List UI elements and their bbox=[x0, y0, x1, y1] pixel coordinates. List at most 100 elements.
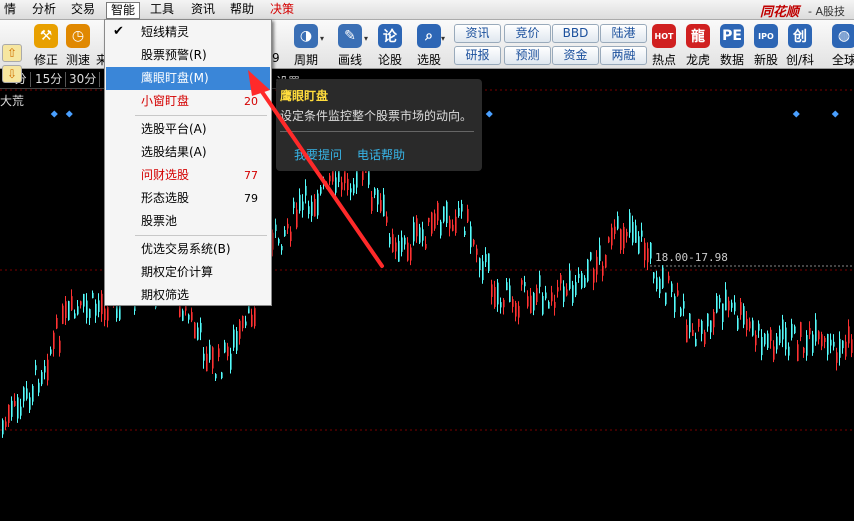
candle-body bbox=[335, 177, 337, 193]
dropdown-item-7[interactable]: 问财选股 77 bbox=[106, 164, 270, 187]
chuangke-button[interactable]: 创创/科 bbox=[784, 24, 816, 68]
chevron-down-icon[interactable]: ▾ bbox=[320, 34, 328, 43]
forecast-button[interactable]: 预测 bbox=[504, 46, 551, 65]
candle-body bbox=[626, 231, 628, 237]
candle-body bbox=[794, 326, 796, 334]
candle-body bbox=[239, 320, 241, 339]
dropdown-item-8[interactable]: 形态选股 79 bbox=[106, 187, 270, 210]
chevron-down-icon[interactable]: ▾ bbox=[364, 34, 372, 43]
dropdown-item-9[interactable]: 股票池 bbox=[106, 210, 270, 233]
candle-body bbox=[245, 321, 247, 326]
period-tab-1[interactable]: 15分 bbox=[32, 72, 67, 87]
menu-separator bbox=[135, 115, 267, 116]
funds-button[interactable]: 资金 bbox=[552, 46, 599, 65]
candle-body bbox=[296, 209, 298, 228]
candle-body bbox=[374, 188, 376, 195]
all-button[interactable]: ◍ 全球 bbox=[828, 24, 854, 68]
chuang-icon: 创 bbox=[788, 24, 812, 48]
menu-6[interactable]: 帮助 bbox=[226, 2, 258, 19]
stock-pick-button[interactable]: ⌕ 选股 bbox=[413, 24, 445, 68]
candle-body bbox=[107, 306, 109, 321]
pe-icon: PE bbox=[720, 24, 744, 48]
menu-4[interactable]: 工具 bbox=[146, 2, 178, 19]
dropdown-item-6[interactable]: 选股结果(A) bbox=[106, 141, 270, 164]
candle-body bbox=[353, 184, 355, 194]
item-count-badge: 20 bbox=[244, 95, 258, 108]
candle-body bbox=[5, 421, 7, 427]
candle-body bbox=[839, 338, 841, 358]
dropdown-item-1[interactable]: 股票预警(R) bbox=[106, 44, 270, 67]
nav-up-button[interactable]: ⇧ bbox=[2, 44, 22, 62]
dropdown-item-3[interactable]: 小窗盯盘 20 bbox=[106, 90, 270, 113]
stock-forum-button[interactable]: 论论股 bbox=[374, 24, 406, 68]
signal-marker bbox=[65, 110, 73, 118]
magnifier-chart-icon: ⌕ bbox=[417, 24, 441, 48]
dropdown-item-label: 形态选股 bbox=[141, 191, 190, 205]
candle-body bbox=[398, 240, 400, 262]
margin-button[interactable]: 两融 bbox=[600, 46, 647, 65]
candle-body bbox=[56, 317, 58, 329]
candle-body bbox=[713, 311, 715, 328]
candle-body bbox=[197, 327, 199, 340]
dropdown-item-13[interactable]: 期权筛选 bbox=[106, 284, 270, 307]
brand-logo: 同花顺 bbox=[760, 5, 800, 20]
candle-body bbox=[509, 285, 511, 302]
dropdown-item-0[interactable]: 短线精灵 bbox=[106, 21, 270, 44]
speed-test-button[interactable]: ◷ 测速 bbox=[62, 24, 94, 68]
candle-body bbox=[578, 273, 580, 279]
news-button[interactable]: 资讯 bbox=[454, 24, 501, 43]
candle-body bbox=[773, 346, 775, 360]
menu-bar: 情分析 交易 智能 工具 资讯 帮助 决策 同花顺 - A股技 bbox=[0, 0, 854, 20]
candle-body bbox=[605, 255, 607, 268]
toolbar-partial-label: 9 bbox=[272, 51, 280, 65]
ask-question-link[interactable]: 我要提问 bbox=[294, 146, 342, 163]
draw-line-button[interactable]: ✎ 画线 bbox=[334, 24, 366, 68]
bbd-button[interactable]: BBD bbox=[552, 24, 599, 43]
candle-body bbox=[731, 302, 733, 308]
research-button[interactable]: 研报 bbox=[454, 46, 501, 65]
phone-help-link[interactable]: 电话帮助 bbox=[357, 146, 405, 163]
candle-body bbox=[74, 313, 76, 319]
period-tab-2[interactable]: 30分 bbox=[66, 72, 101, 87]
candle-body bbox=[242, 316, 244, 329]
menu-3[interactable]: 智能 bbox=[106, 2, 141, 19]
candle-body bbox=[542, 295, 544, 315]
candle-body bbox=[281, 245, 283, 251]
candle-body bbox=[47, 359, 49, 381]
dropdown-item-2[interactable]: 鹰眼盯盘(M) bbox=[106, 67, 270, 90]
hk-connect-button[interactable]: 陆港 bbox=[600, 24, 647, 43]
period-button[interactable]: ◑ 周期 bbox=[290, 24, 322, 68]
candle-body bbox=[224, 342, 226, 353]
candle-body bbox=[275, 224, 277, 232]
candle-body bbox=[665, 292, 667, 305]
menu-2[interactable]: 交易 bbox=[67, 2, 99, 19]
candle-body bbox=[473, 240, 475, 245]
dropdown-item-5[interactable]: 选股平台(A) bbox=[106, 118, 270, 141]
candle-body bbox=[845, 341, 847, 357]
candle-body bbox=[536, 288, 538, 303]
candle-body bbox=[221, 372, 223, 379]
bid-button[interactable]: 竞价 bbox=[504, 24, 551, 43]
candle-body bbox=[284, 229, 286, 237]
dropdown-item-label: 选股平台(A) bbox=[141, 122, 207, 136]
menu-7[interactable]: 决策 bbox=[266, 2, 298, 19]
menu-5[interactable]: 资讯 bbox=[187, 2, 219, 19]
candle-body bbox=[293, 201, 295, 209]
dropdown-item-label: 优选交易系统(B) bbox=[141, 242, 231, 256]
candle-body bbox=[659, 278, 661, 294]
menu-0[interactable]: 情 bbox=[0, 2, 20, 19]
candle-body bbox=[59, 340, 61, 353]
candle-body bbox=[191, 312, 193, 321]
dropdown-item-12[interactable]: 期权定价计算 bbox=[106, 261, 270, 284]
candle-body bbox=[395, 242, 397, 252]
candle-body bbox=[392, 234, 394, 252]
nav-down-button[interactable]: ⇩ bbox=[2, 65, 22, 83]
tooltip-title: 鹰眼盯盘 bbox=[280, 89, 329, 103]
candle-body bbox=[251, 314, 253, 327]
candle-body bbox=[95, 303, 97, 316]
candle-body bbox=[641, 230, 643, 237]
menu-1[interactable]: 分析 bbox=[28, 2, 60, 19]
chevron-down-icon[interactable]: ▾ bbox=[441, 34, 449, 43]
candle-body bbox=[656, 277, 658, 289]
dropdown-item-11[interactable]: 优选交易系统(B) bbox=[106, 238, 270, 261]
